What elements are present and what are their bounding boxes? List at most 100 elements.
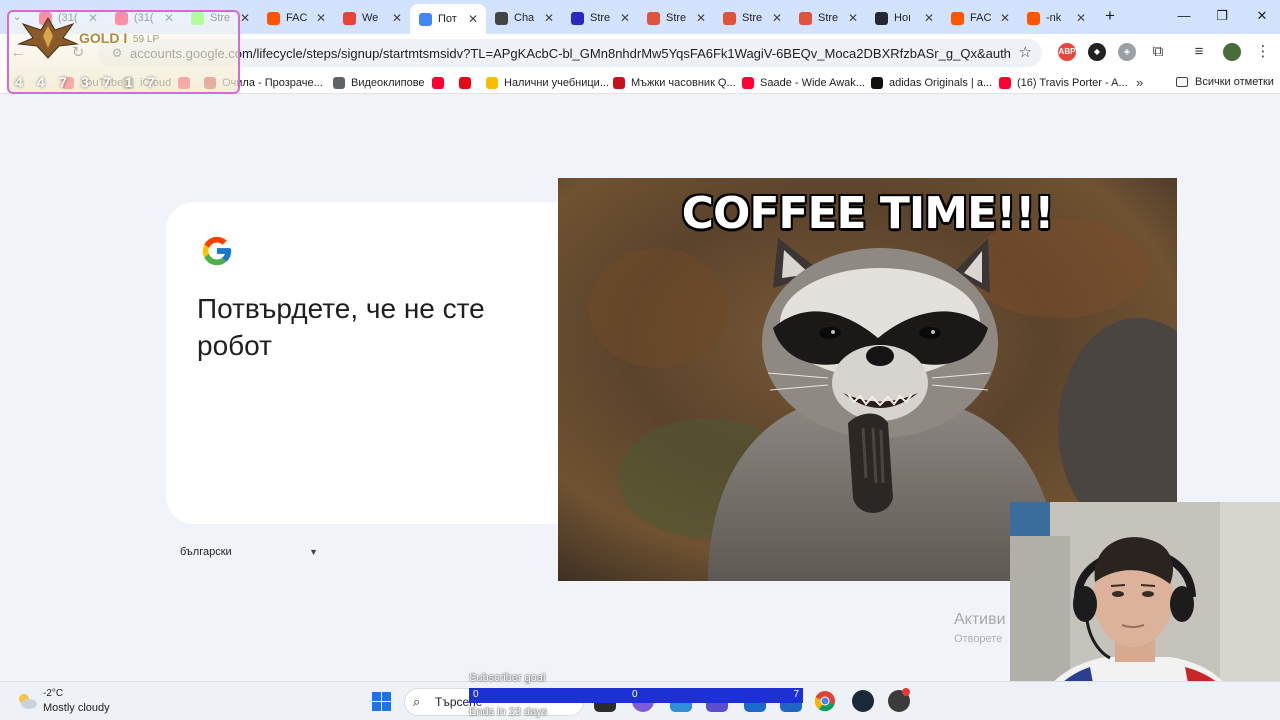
rank-history-digit: 4 bbox=[15, 74, 23, 90]
browser-tab[interactable]: -nk ✕ bbox=[1018, 4, 1094, 32]
bookmark-favicon-icon bbox=[742, 77, 754, 89]
browser-tab[interactable]: FAC ✕ bbox=[942, 4, 1018, 32]
tab-title: We bbox=[362, 12, 379, 24]
browser-tab[interactable]: Cha ✕ bbox=[486, 4, 562, 32]
tab-close-icon[interactable]: ✕ bbox=[998, 11, 1012, 25]
browser-tab[interactable]: Stre ✕ bbox=[638, 4, 714, 32]
tab-close-icon[interactable]: ✕ bbox=[314, 11, 328, 25]
dropdown-caret-icon: ▼ bbox=[309, 547, 318, 557]
browser-tab[interactable]: Пот ✕ bbox=[410, 4, 486, 34]
rank-history-digit: 1 bbox=[125, 74, 133, 90]
steam-icon[interactable] bbox=[852, 690, 874, 712]
folder-icon bbox=[1176, 77, 1188, 87]
tab-close-icon[interactable]: ✕ bbox=[1074, 11, 1088, 25]
bookmark-item[interactable]: Видеоклипове bbox=[333, 76, 425, 90]
all-bookmarks-button[interactable]: Всички отметки bbox=[1176, 76, 1274, 88]
bookmark-item[interactable]: Saade - Wide Awak... bbox=[742, 76, 865, 90]
tab-title: FAC bbox=[970, 12, 992, 24]
tab-title: Stre bbox=[742, 12, 763, 24]
new-tab-button[interactable]: + bbox=[1100, 7, 1120, 27]
tab-close-icon[interactable]: ✕ bbox=[694, 11, 708, 25]
bookmark-item[interactable]: Мъжки часовник Q... bbox=[613, 76, 736, 90]
extension-icon[interactable]: ◆ bbox=[1088, 43, 1106, 61]
faceit-icon bbox=[951, 11, 964, 25]
browser-tab[interactable]: Stre ✕ bbox=[714, 4, 790, 32]
cloudy-weather-icon[interactable] bbox=[16, 691, 38, 711]
rank-tier: GOLD I bbox=[79, 30, 128, 46]
github-icon bbox=[875, 11, 888, 25]
minimize-icon[interactable]: — bbox=[1172, 6, 1196, 26]
bookmark-item[interactable] bbox=[459, 76, 477, 90]
bookmark-favicon-icon bbox=[613, 77, 625, 89]
subscriber-goal-current: 0 bbox=[473, 689, 479, 700]
activate-windows-subtitle: Отворете bbox=[954, 633, 1003, 645]
bookmark-item[interactable] bbox=[432, 76, 450, 90]
tab-close-icon[interactable]: ✕ bbox=[238, 11, 252, 25]
bookmark-item[interactable]: adidas Originals | a... bbox=[871, 76, 992, 90]
weather-temperature[interactable]: -2°C bbox=[43, 688, 63, 699]
bookmark-item[interactable]: Налични учебници... bbox=[486, 76, 609, 90]
bookmark-label: Мъжки часовник Q... bbox=[631, 77, 736, 89]
close-window-icon[interactable]: ✕ bbox=[1250, 6, 1274, 26]
rank-overlay: GOLD I 59 LP 4473717 bbox=[7, 10, 240, 94]
tab-title: Пот bbox=[438, 13, 457, 25]
bookmark-label: adidas Originals | a... bbox=[889, 77, 993, 89]
address-url[interactable]: accounts.google.com/lifecycle/steps/sign… bbox=[130, 46, 1010, 61]
chatgpt-icon bbox=[495, 11, 508, 25]
bookmark-favicon-icon bbox=[432, 77, 444, 89]
bookmarks-overflow-icon[interactable]: » bbox=[1136, 75, 1143, 90]
search-icon: ⌕ bbox=[413, 694, 421, 709]
tab-title: Stre bbox=[666, 12, 687, 24]
streamlabs-icon bbox=[799, 11, 812, 25]
faceit-icon bbox=[267, 11, 280, 25]
bookmark-favicon-icon bbox=[459, 77, 471, 89]
shield-extension-icon[interactable]: ◈ bbox=[1118, 43, 1136, 61]
rank-history-digit: 7 bbox=[147, 74, 155, 90]
tab-close-icon[interactable]: ✕ bbox=[770, 11, 784, 25]
language-select[interactable]: български ▼ bbox=[170, 541, 322, 563]
weather-description[interactable]: Mostly cloudy bbox=[43, 702, 110, 714]
streamlabs-icon bbox=[723, 11, 736, 25]
tab-close-icon[interactable]: ✕ bbox=[846, 11, 860, 25]
bookmark-star-icon[interactable]: ☆ bbox=[1019, 43, 1032, 61]
subscriber-goal-title: Subscriber goal bbox=[469, 672, 546, 684]
windows-start-icon[interactable] bbox=[372, 692, 391, 711]
adblock-plus-icon[interactable]: ABP bbox=[1058, 43, 1076, 61]
media-controls-icon[interactable]: ≡ bbox=[1188, 41, 1210, 63]
browser-tab[interactable]: Stre ✕ bbox=[562, 4, 638, 32]
browser-tab[interactable]: Stre ✕ bbox=[790, 4, 866, 32]
chrome-icon[interactable] bbox=[814, 690, 836, 712]
tab-close-icon[interactable]: ✕ bbox=[542, 11, 556, 25]
extensions-puzzle-icon[interactable]: ⧉ bbox=[1147, 41, 1169, 63]
browser-tab[interactable]: We ✕ bbox=[334, 4, 410, 32]
language-select-value: български bbox=[180, 546, 232, 558]
tab-close-icon[interactable]: ✕ bbox=[922, 11, 936, 25]
subscriber-goal-count: 0 bbox=[632, 689, 638, 700]
profile-avatar[interactable] bbox=[1223, 43, 1241, 61]
tab-title: FAC bbox=[286, 12, 308, 24]
menu-kebab-icon[interactable]: ⋮ bbox=[1252, 41, 1274, 63]
bookmark-favicon-icon bbox=[333, 77, 345, 89]
gmail-icon bbox=[343, 11, 356, 25]
tab-title: -nk bbox=[1046, 12, 1062, 24]
tab-close-icon[interactable]: ✕ bbox=[618, 11, 632, 25]
faceit-icon bbox=[1027, 11, 1040, 25]
bookmark-favicon-icon bbox=[486, 77, 498, 89]
bookmark-label: Saade - Wide Awak... bbox=[760, 77, 865, 89]
browser-tab[interactable]: Hoı ✕ bbox=[866, 4, 942, 32]
bookmark-label: Налични учебници... bbox=[504, 77, 609, 89]
rank-history-digit: 7 bbox=[103, 74, 111, 90]
tab-close-icon[interactable]: ✕ bbox=[390, 11, 404, 25]
restore-icon[interactable]: ❐ bbox=[1210, 6, 1234, 26]
bookmark-item[interactable]: (16) Travis Porter - A... bbox=[999, 76, 1128, 90]
meme-caption: COFFEE TIME!!! bbox=[681, 188, 1055, 239]
browser-tab[interactable]: FAC ✕ bbox=[258, 4, 334, 32]
tab-title: Stre bbox=[818, 12, 839, 24]
subscriber-goal-ends: Ends in 23 days bbox=[469, 706, 548, 718]
bookmark-label: (16) Travis Porter - A... bbox=[1017, 77, 1128, 89]
tab-close-icon[interactable]: ✕ bbox=[466, 12, 480, 26]
bookmark-favicon-icon bbox=[871, 77, 883, 89]
rank-lp: 59 LP bbox=[133, 34, 160, 45]
subscriber-goal-bar: 0 0 7 bbox=[469, 688, 803, 703]
google-logo-icon bbox=[202, 236, 232, 266]
